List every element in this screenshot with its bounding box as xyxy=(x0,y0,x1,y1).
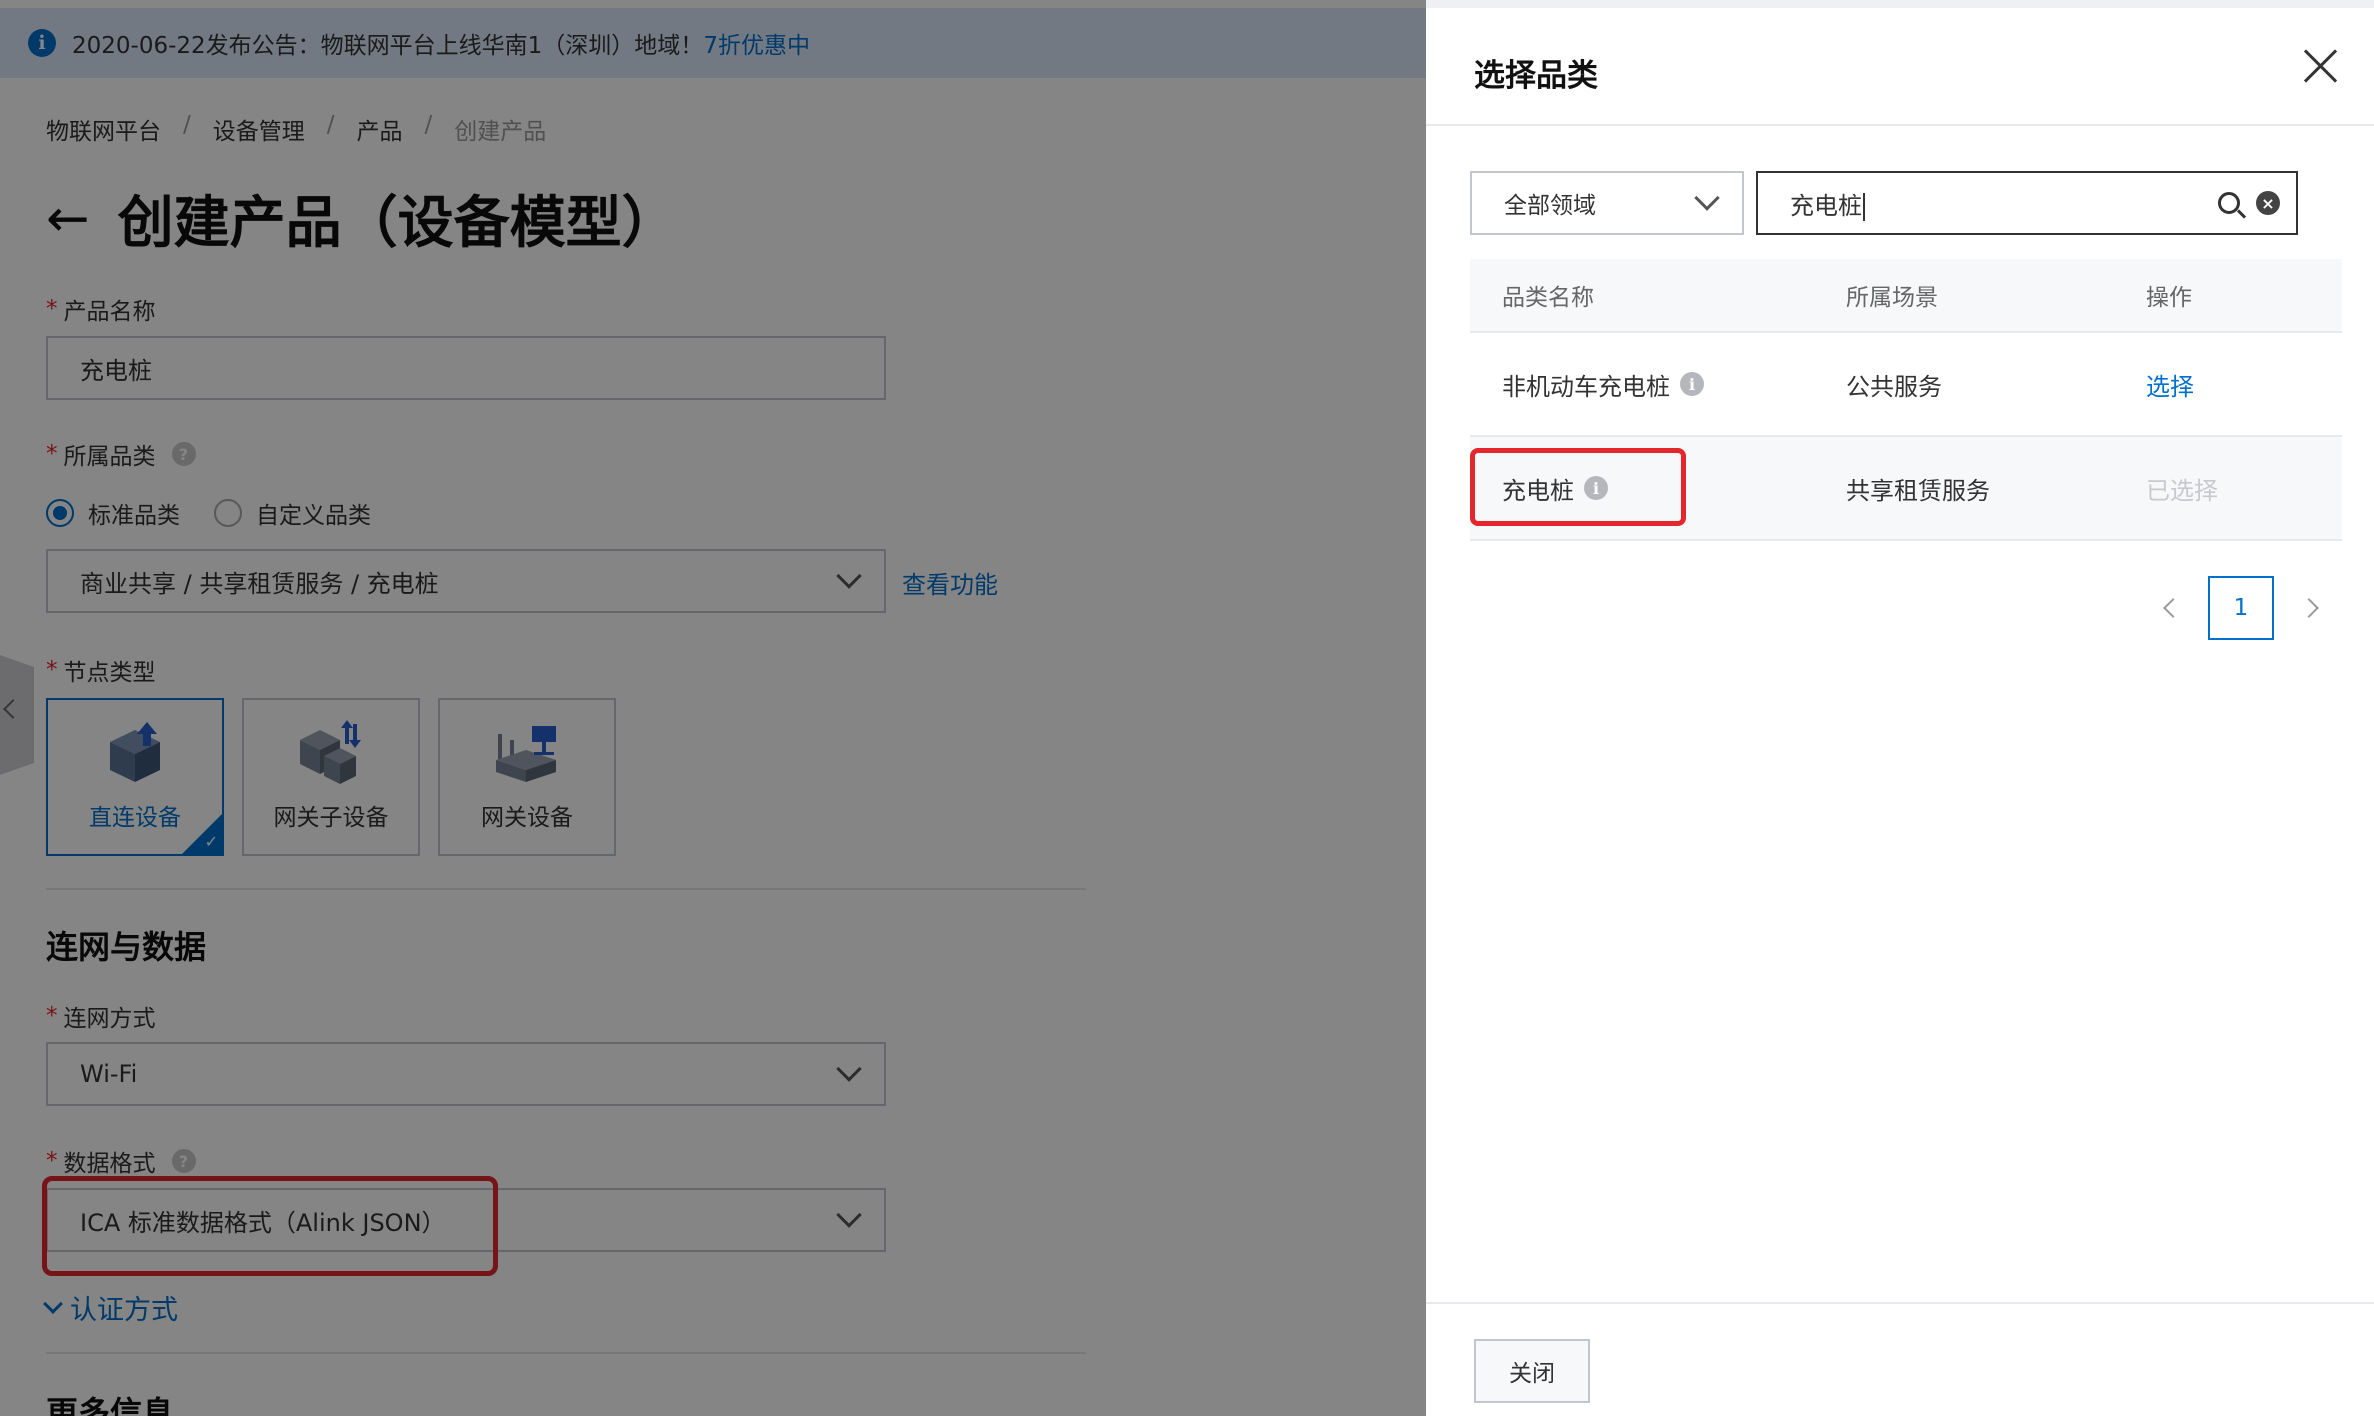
header-action: 操作 xyxy=(2146,285,2192,311)
select-link[interactable]: 选择 xyxy=(2146,373,2194,401)
domain-select[interactable]: 全部领域 xyxy=(1470,171,1744,235)
close-icon[interactable] xyxy=(2300,46,2340,86)
category-search-input[interactable]: 充电桩 × xyxy=(1756,171,2298,235)
clear-icon[interactable]: × xyxy=(2256,191,2280,215)
create-product-page: i 2020-06-22发布公告：物联网平台上线华南1（深圳）地域！ 7折优惠中… xyxy=(0,0,1426,1416)
drawer-header: 选择品类 xyxy=(1426,8,2374,126)
drawer-title: 选择品类 xyxy=(1474,58,1598,94)
row-scene: 共享租赁服务 xyxy=(1846,476,1990,505)
search-icon[interactable] xyxy=(2218,192,2240,214)
modal-overlay[interactable] xyxy=(0,0,1426,1416)
info-icon[interactable]: i xyxy=(1680,372,1704,396)
row-category-name: 非机动车充电桩 xyxy=(1502,372,1670,401)
chevron-down-icon xyxy=(1694,185,1720,211)
drawer-footer: 关闭 xyxy=(1426,1302,2374,1416)
selected-label: 已选择 xyxy=(2146,476,2218,505)
close-button[interactable]: 关闭 xyxy=(1474,1339,1590,1403)
row-scene: 公共服务 xyxy=(1846,372,1942,401)
pagination: 1 xyxy=(2163,576,2319,640)
domain-select-value: 全部领域 xyxy=(1504,193,1596,219)
chevron-left-icon[interactable] xyxy=(2163,598,2183,618)
chevron-right-icon[interactable] xyxy=(2299,598,2319,618)
select-category-drawer: 选择品类 全部领域 充电桩 × 品类名称 所属场景 操作 非机动车充电桩 i 公… xyxy=(1426,0,2374,1416)
table-row: 非机动车充电桩 i 公共服务 选择 xyxy=(1470,333,2342,437)
highlight-box-charging-pile xyxy=(1470,448,1686,526)
text-caret xyxy=(1863,192,1865,221)
header-scene: 所属场景 xyxy=(1846,285,1938,311)
table-header: 品类名称 所属场景 操作 xyxy=(1470,259,2342,333)
page-number-button[interactable]: 1 xyxy=(2208,576,2274,640)
search-input-value: 充电桩 xyxy=(1790,191,1862,220)
header-category-name: 品类名称 xyxy=(1502,285,1594,311)
